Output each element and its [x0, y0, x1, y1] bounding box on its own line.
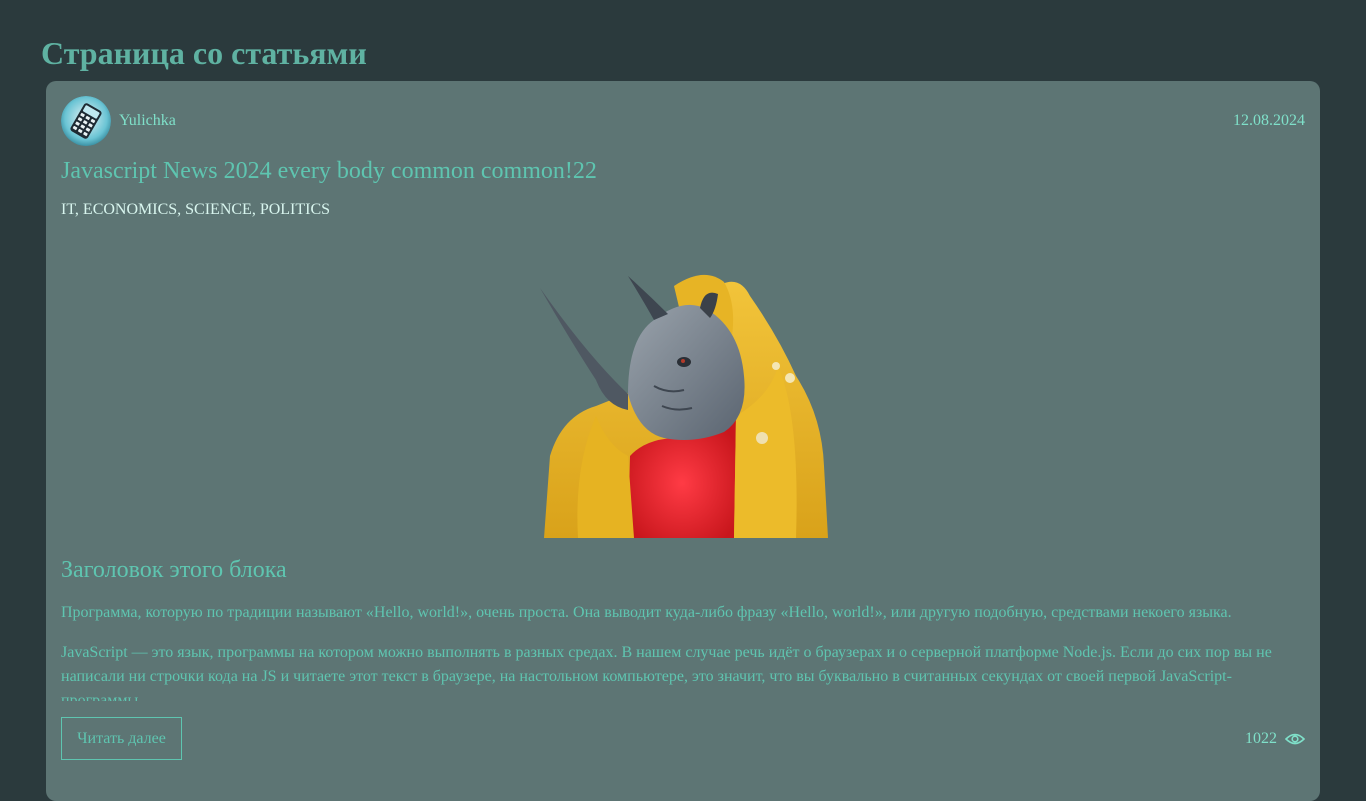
article-header: Yulichka 12.08.2024 — [61, 96, 1305, 146]
article-paragraph: JavaScript — это язык, программы на кото… — [61, 644, 1272, 701]
views-count: 1022 — [1245, 730, 1277, 747]
article-title[interactable]: Javascript News 2024 every body common c… — [61, 156, 597, 186]
author-name[interactable]: Yulichka — [119, 112, 176, 130]
rhino-in-yellow-jacket-image — [540, 274, 828, 538]
article-tags: IT, ECONOMICS, SCIENCE, POLITICS — [61, 201, 331, 218]
publish-date: 12.08.2024 — [1233, 112, 1305, 129]
avatar[interactable] — [61, 96, 111, 146]
read-more-button[interactable]: Читать далее — [61, 717, 182, 760]
author-block[interactable]: Yulichka — [61, 96, 176, 146]
calculator-phone-icon — [61, 96, 111, 146]
article-body: Программа, которую по традиции называют … — [61, 601, 1305, 701]
views-counter: 1022 — [1245, 728, 1305, 750]
article-image — [478, 266, 888, 538]
page-title: Страница со статьями — [41, 35, 367, 71]
block-title: Заголовок этого блока — [61, 557, 287, 583]
eye-icon — [1285, 733, 1305, 745]
article-card: Yulichka 12.08.2024 Javascript News 2024… — [46, 81, 1320, 801]
article-paragraph: Программа, которую по традиции называют … — [61, 604, 1232, 621]
